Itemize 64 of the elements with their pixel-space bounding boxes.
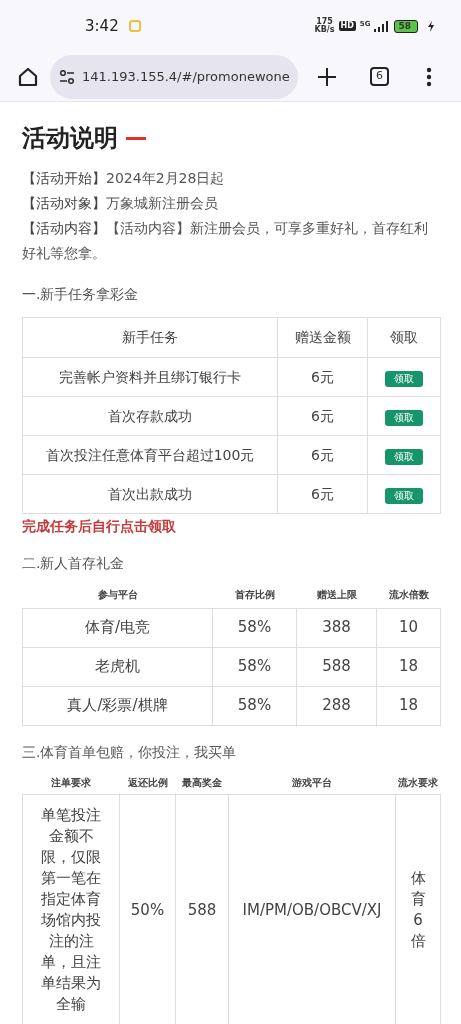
table-cell: 50% [119,794,176,1024]
table-cell: 6元 [277,396,368,436]
hd-badge: HD [338,21,356,31]
table-cell: 288 [296,686,377,725]
table-cell: 6元 [277,435,368,475]
table-cell: 老虎机 [22,647,213,686]
speed-unit: KB/s [314,26,335,34]
info-line: 【活动开始】2024年2月28日起 [22,169,226,188]
column-header: 最高奖金 [175,770,229,795]
site-settings-icon[interactable] [59,69,75,84]
column-header: 新手任务 [22,317,278,358]
signal-icon [374,20,389,32]
table-cell: 体育/电竞 [22,608,213,647]
claim-button[interactable]: 领取 [385,487,423,504]
claim-button[interactable]: 领取 [385,409,423,426]
claim-button[interactable]: 领取 [385,448,423,465]
clock: 3:42 [85,15,119,37]
table-cell: 首次投注任意体育平台超过100元 [22,435,278,475]
table-cell: 6元 [277,474,368,514]
task-note: 完成任务后自行点击领取 [22,517,177,536]
table-cell: 588 [296,647,377,686]
column-header: 游戏平台 [228,770,396,795]
table-cell: 首次出款成功 [22,474,278,514]
column-header: 返还比例 [119,770,176,795]
table-cell: 58% [212,608,297,647]
column-header: 注单要求 [22,770,120,795]
table-cell: IM/PM/OB/OBCV/XJ [228,794,396,1024]
column-header: 赠送上限 [296,582,377,608]
table-cell: 单笔投注金额不限，仅限第一笔在指定体育场馆内投注的注单，且注单结果为全输 [22,794,120,1024]
title-accent [126,136,146,140]
table-cell: 首次存款成功 [22,396,278,436]
info-line: 【活动对象】万象城新注册会员 [22,194,219,213]
section-heading: 三.体育首单包赔，你投注，我买单 [22,742,238,762]
table-cell: 388 [296,608,377,647]
column-header: 参与平台 [22,582,213,608]
info-line: 【活动内容】【活动内容】新注册会员，可享多重好礼，首存红利好礼等您拿。 [22,219,429,263]
more-menu-icon[interactable] [426,66,432,87]
page-title: 活动说明 [22,123,118,154]
address-bar[interactable]: 141.193.155.4/#/promonewone [50,54,298,99]
section-heading: 二.新人首存礼金 [22,554,126,573]
column-header: 流水要求 [395,770,441,795]
column-header: 领取 [367,317,441,358]
table-cell: 体育6倍 [395,794,441,1024]
section-heading: 一.新手任务拿彩金 [22,285,140,304]
charging-icon [428,20,434,32]
claim-button[interactable]: 领取 [385,370,423,387]
battery-indicator: 58 [394,19,418,33]
table-cell: 完善帐户资料并且绑订银行卡 [22,357,278,397]
table-cell: 18 [376,686,441,725]
table-cell: 58% [212,686,297,725]
table-cell: 588 [175,794,229,1024]
table-cell: 18 [376,647,441,686]
column-header: 流水倍数 [376,582,441,608]
url-text: 141.193.155.4/#/promonewone [82,67,290,86]
tab-count-button[interactable]: 6 [370,67,389,86]
table-cell: 58% [212,647,297,686]
table-cell: 真人/彩票/棋牌 [22,686,213,725]
column-header: 首存比例 [212,582,297,608]
column-header: 赠送金额 [277,317,368,358]
table-cell: 10 [376,608,441,647]
new-tab-button[interactable] [316,65,338,88]
notification-icon [128,20,141,32]
table-cell: 6元 [277,357,368,397]
speed-value: 175 [316,18,333,26]
